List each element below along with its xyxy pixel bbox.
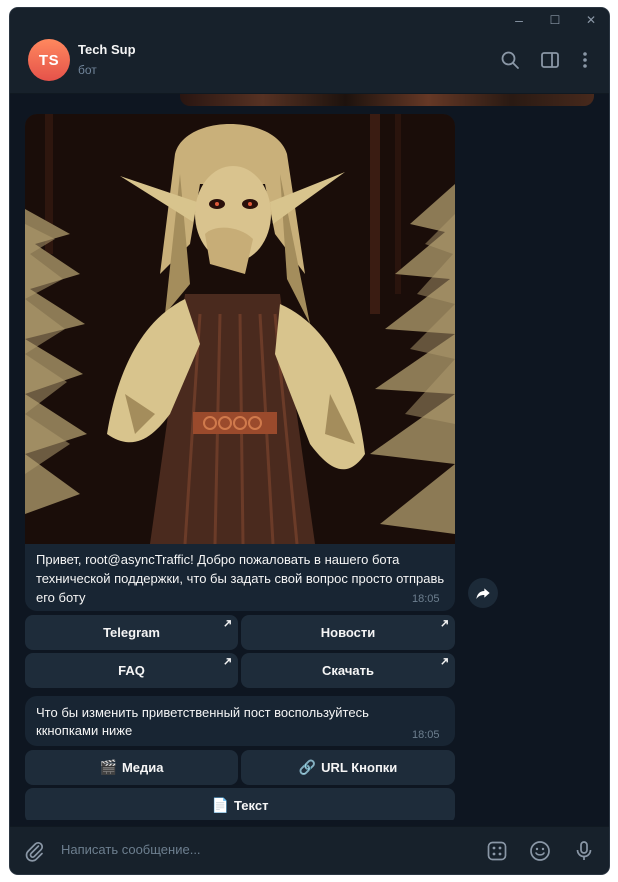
button-label: URL Кнопки — [321, 760, 398, 775]
emoji-icon[interactable] — [528, 839, 552, 863]
search-icon[interactable] — [498, 48, 522, 72]
button-label: Текст — [233, 798, 269, 813]
message-input[interactable]: Написать сообщение... — [61, 842, 201, 857]
message-time: 18:05 — [412, 729, 440, 741]
attach-icon[interactable] — [22, 839, 46, 863]
window-titlebar: – ☐ ✕ — [10, 8, 609, 32]
news-link-button[interactable]: Новости — [241, 615, 455, 650]
button-label: Скачать — [322, 663, 374, 678]
avatar[interactable]: TS — [28, 39, 70, 81]
edit-instructions-text: Что бы изменить приветственный пост восп… — [36, 705, 369, 738]
sidebar-panel-icon[interactable] — [538, 48, 562, 72]
button-label: Telegram — [103, 625, 160, 640]
chat-header[interactable]: TS Tech Sup бот — [10, 32, 609, 94]
download-link-button[interactable]: Скачать — [241, 653, 455, 688]
chat-title[interactable]: Tech Sup — [78, 42, 136, 57]
maximize-button[interactable]: ☐ — [543, 11, 567, 29]
media-button[interactable]: 🎬 Медиа — [25, 750, 238, 785]
elf-illustration-image[interactable] — [25, 114, 455, 544]
welcome-text: Привет, root@asyncTraffic! Добро пожалов… — [36, 552, 445, 605]
more-vertical-icon[interactable] — [573, 48, 597, 72]
telegram-link-button[interactable]: Telegram — [25, 615, 238, 650]
external-link-icon — [224, 658, 231, 665]
button-label: Медиа — [121, 760, 164, 775]
microphone-icon[interactable] — [572, 839, 596, 863]
external-link-icon — [224, 620, 231, 627]
link-icon: 🔗 — [298, 759, 317, 775]
forward-icon — [476, 588, 490, 599]
minimize-button[interactable]: – — [507, 11, 531, 29]
telegram-window: – ☐ ✕ TS Tech Sup бот Привет, root@async… — [10, 8, 609, 874]
close-button[interactable]: ✕ — [579, 11, 603, 29]
message-list[interactable]: Привет, root@asyncTraffic! Добро пожалов… — [10, 94, 609, 820]
faq-link-button[interactable]: FAQ — [25, 653, 238, 688]
edit-instructions-message[interactable]: Что бы изменить приветственный пост восп… — [25, 696, 455, 746]
share-button[interactable] — [468, 578, 498, 608]
button-label: Новости — [320, 625, 376, 640]
url-buttons-button[interactable]: 🔗 URL Кнопки — [241, 750, 455, 785]
document-icon: 📄 — [211, 797, 229, 813]
button-label: FAQ — [118, 663, 145, 678]
message-composer[interactable]: Написать сообщение... — [10, 826, 609, 874]
welcome-message[interactable]: Привет, root@asyncTraffic! Добро пожалов… — [25, 114, 455, 611]
external-link-icon — [441, 620, 448, 627]
external-link-icon — [441, 658, 448, 665]
previous-media-preview — [180, 94, 594, 106]
bot-commands-icon[interactable] — [485, 839, 509, 863]
clapperboard-icon: 🎬 — [99, 759, 117, 775]
message-time: 18:05 — [412, 593, 440, 605]
chat-status: бот — [78, 63, 97, 77]
text-button[interactable]: 📄 Текст — [25, 788, 455, 820]
